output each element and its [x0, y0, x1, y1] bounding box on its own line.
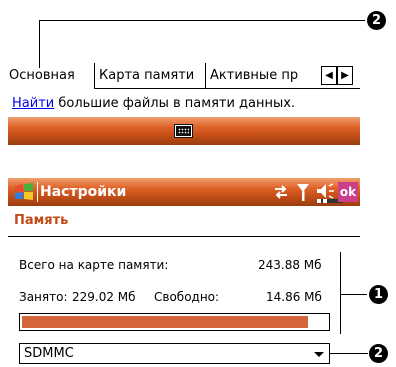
title-underline: [8, 236, 360, 237]
find-files-row: Найти большие файлы в памяти данных.: [12, 96, 295, 111]
find-description: большие файлы в памяти данных.: [58, 96, 296, 111]
callout-marker-1: 1: [369, 285, 388, 304]
memory-usage-bar: [19, 313, 330, 331]
callout-leader-line: [330, 353, 368, 354]
tab-strip: Основная Карта памяти Активные пр ◀ ▶: [8, 63, 360, 89]
callout-marker-2-bottom: 2: [369, 344, 388, 363]
chevron-down-icon: [314, 352, 324, 357]
keyboard-icon[interactable]: [175, 125, 192, 137]
total-value: 243.88 Мб: [258, 258, 322, 272]
tab-memory-card[interactable]: Карта памяти: [95, 63, 205, 88]
tab-active-programs[interactable]: Активные пр: [206, 63, 318, 88]
free-value: 14.86 Мб: [266, 290, 322, 304]
tab-general[interactable]: Основная: [8, 63, 94, 88]
input-panel-bar: [8, 117, 360, 145]
ok-button[interactable]: ok: [338, 182, 358, 202]
find-link[interactable]: Найти: [12, 96, 54, 111]
memory-usage-fill: [22, 316, 308, 328]
free-label: Свободно:: [154, 290, 220, 304]
used-value: 229.02 Мб: [72, 290, 136, 304]
callout-leader-line: [340, 294, 367, 295]
signal-icon[interactable]: [295, 182, 311, 202]
title-separator: [37, 182, 38, 202]
tab-strip-underline: [94, 88, 360, 89]
tab-scroll-left-icon[interactable]: ◀: [321, 66, 337, 85]
callout-marker-2: 2: [367, 11, 386, 30]
page-title: Память: [14, 213, 69, 228]
card-select-value: SDMMC: [24, 346, 74, 361]
title-bar: Настройки ok: [8, 178, 360, 206]
callout-leader-line: [39, 20, 365, 21]
windows-start-icon[interactable]: [14, 183, 34, 201]
connectivity-icon[interactable]: [273, 182, 289, 202]
tab-scroll-right-icon[interactable]: ▶: [337, 66, 353, 85]
total-label: Всего на карте памяти:: [19, 258, 169, 272]
used-label: Занято:: [19, 290, 68, 304]
card-select[interactable]: SDMMC: [19, 343, 330, 364]
callout-leader-line: [340, 252, 341, 334]
callout-leader-line: [39, 20, 40, 68]
title-bar-label: Настройки: [40, 184, 127, 200]
